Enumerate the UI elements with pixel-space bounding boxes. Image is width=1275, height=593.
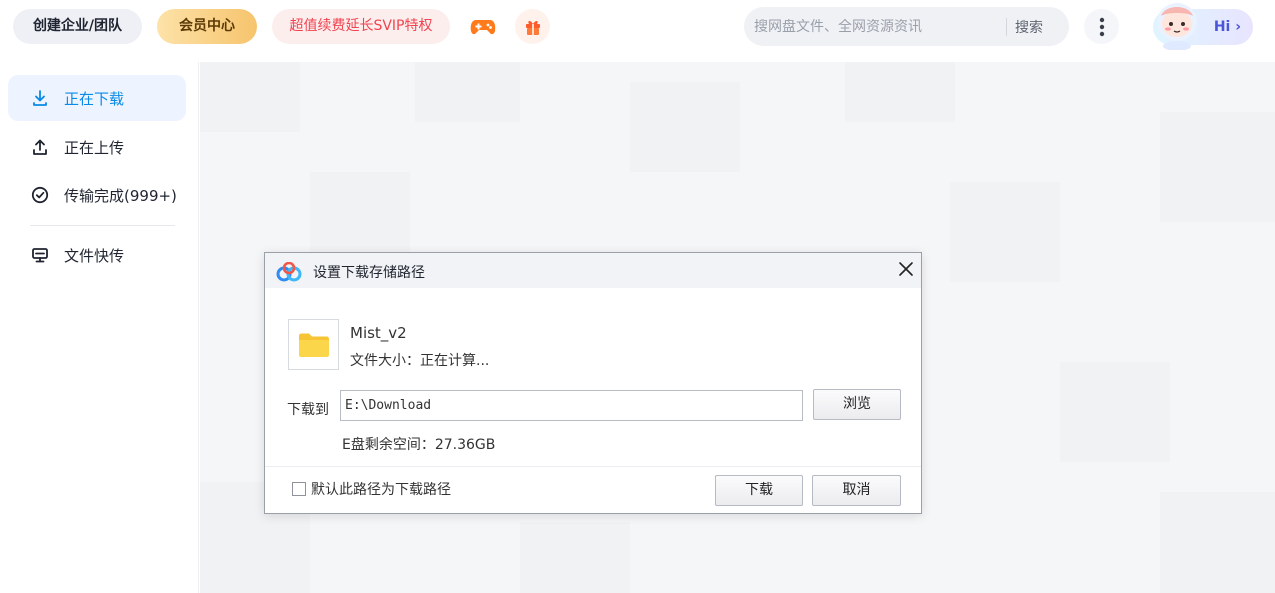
sidebar-item-label: 传输完成(999+): [64, 186, 177, 205]
game-button[interactable]: [465, 9, 500, 44]
download-to-label: 下载到: [287, 402, 329, 418]
default-path-label: 默认此路径为下载路径: [311, 482, 451, 498]
vip-center-button[interactable]: 会员中心: [157, 9, 257, 44]
cancel-button[interactable]: 取消: [812, 475, 901, 506]
background-tile: [950, 182, 1060, 282]
sidebar-item-downloading[interactable]: 正在下载: [8, 75, 186, 121]
background-tile: [1060, 362, 1170, 462]
background-tile: [200, 62, 300, 132]
check-circle-icon: [30, 185, 50, 205]
sidebar-item-label: 正在上传: [64, 138, 125, 157]
file-name: Mist_v2: [350, 324, 407, 342]
background-tile: [630, 82, 740, 172]
sidebar-item-completed[interactable]: 传输完成(999+): [8, 172, 186, 218]
more-menu-button[interactable]: [1084, 9, 1119, 44]
background-tile: [1160, 112, 1275, 222]
sidebar-item-uploading[interactable]: 正在上传: [8, 124, 186, 170]
default-path-checkbox[interactable]: 默认此路径为下载路径: [292, 479, 451, 499]
free-space-text: E盘剩余空间：27.36GB: [342, 437, 496, 453]
dialog-divider: [265, 466, 921, 467]
gamepad-icon: [470, 19, 495, 34]
gift-button[interactable]: [515, 9, 550, 44]
background-tile: [520, 522, 630, 593]
search-divider: [1006, 17, 1007, 36]
user-greeting[interactable]: Hi ›: [1145, 0, 1255, 52]
download-button[interactable]: 下载: [715, 475, 803, 506]
dialog-title-bar: 设置下载存储路径: [265, 253, 921, 288]
background-tile: [310, 172, 410, 252]
file-thumbnail: [288, 319, 339, 370]
top-bar: 创建企业/团队 会员中心 超值续费延长SVIP特权 搜索 Hi ›: [0, 0, 1275, 58]
search-bar: 搜索: [744, 7, 1069, 46]
more-vertical-icon: [1099, 17, 1104, 36]
search-input[interactable]: [744, 18, 1006, 35]
monitor-icon: [30, 245, 50, 265]
checkbox-box[interactable]: [292, 482, 306, 496]
background-tile: [1160, 492, 1275, 593]
gift-icon: [525, 20, 540, 35]
download-path-dialog: 设置下载存储路径 Mist_v2 文件大小：正在计算... 下载到 浏览 E盘剩…: [264, 252, 922, 514]
background-tile: [845, 62, 955, 122]
background-tile: [415, 62, 520, 122]
sidebar-divider: [30, 225, 175, 226]
file-size: 文件大小：正在计算...: [350, 353, 490, 369]
mascot-avatar-icon: [1157, 3, 1197, 50]
sidebar-item-quick-transfer[interactable]: 文件快传: [8, 232, 186, 278]
download-icon: [30, 88, 50, 108]
dialog-title: 设置下载存储路径: [313, 265, 425, 281]
sidebar-item-label: 文件快传: [64, 246, 125, 265]
baidu-netdisk-logo-icon: [276, 262, 302, 282]
upload-icon: [30, 137, 50, 157]
create-enterprise-button[interactable]: 创建企业/团队: [13, 9, 142, 44]
sidebar: 正在下载 正在上传 传输完成(999+) 文件快传: [0, 62, 199, 593]
folder-icon: [298, 333, 329, 357]
sidebar-item-label: 正在下载: [64, 89, 125, 108]
browse-button[interactable]: 浏览: [813, 389, 901, 420]
close-icon[interactable]: [895, 258, 917, 280]
download-path-input[interactable]: [340, 390, 803, 421]
svip-renew-button[interactable]: 超值续费延长SVIP特权: [272, 9, 450, 44]
search-button[interactable]: 搜索: [1015, 17, 1043, 37]
